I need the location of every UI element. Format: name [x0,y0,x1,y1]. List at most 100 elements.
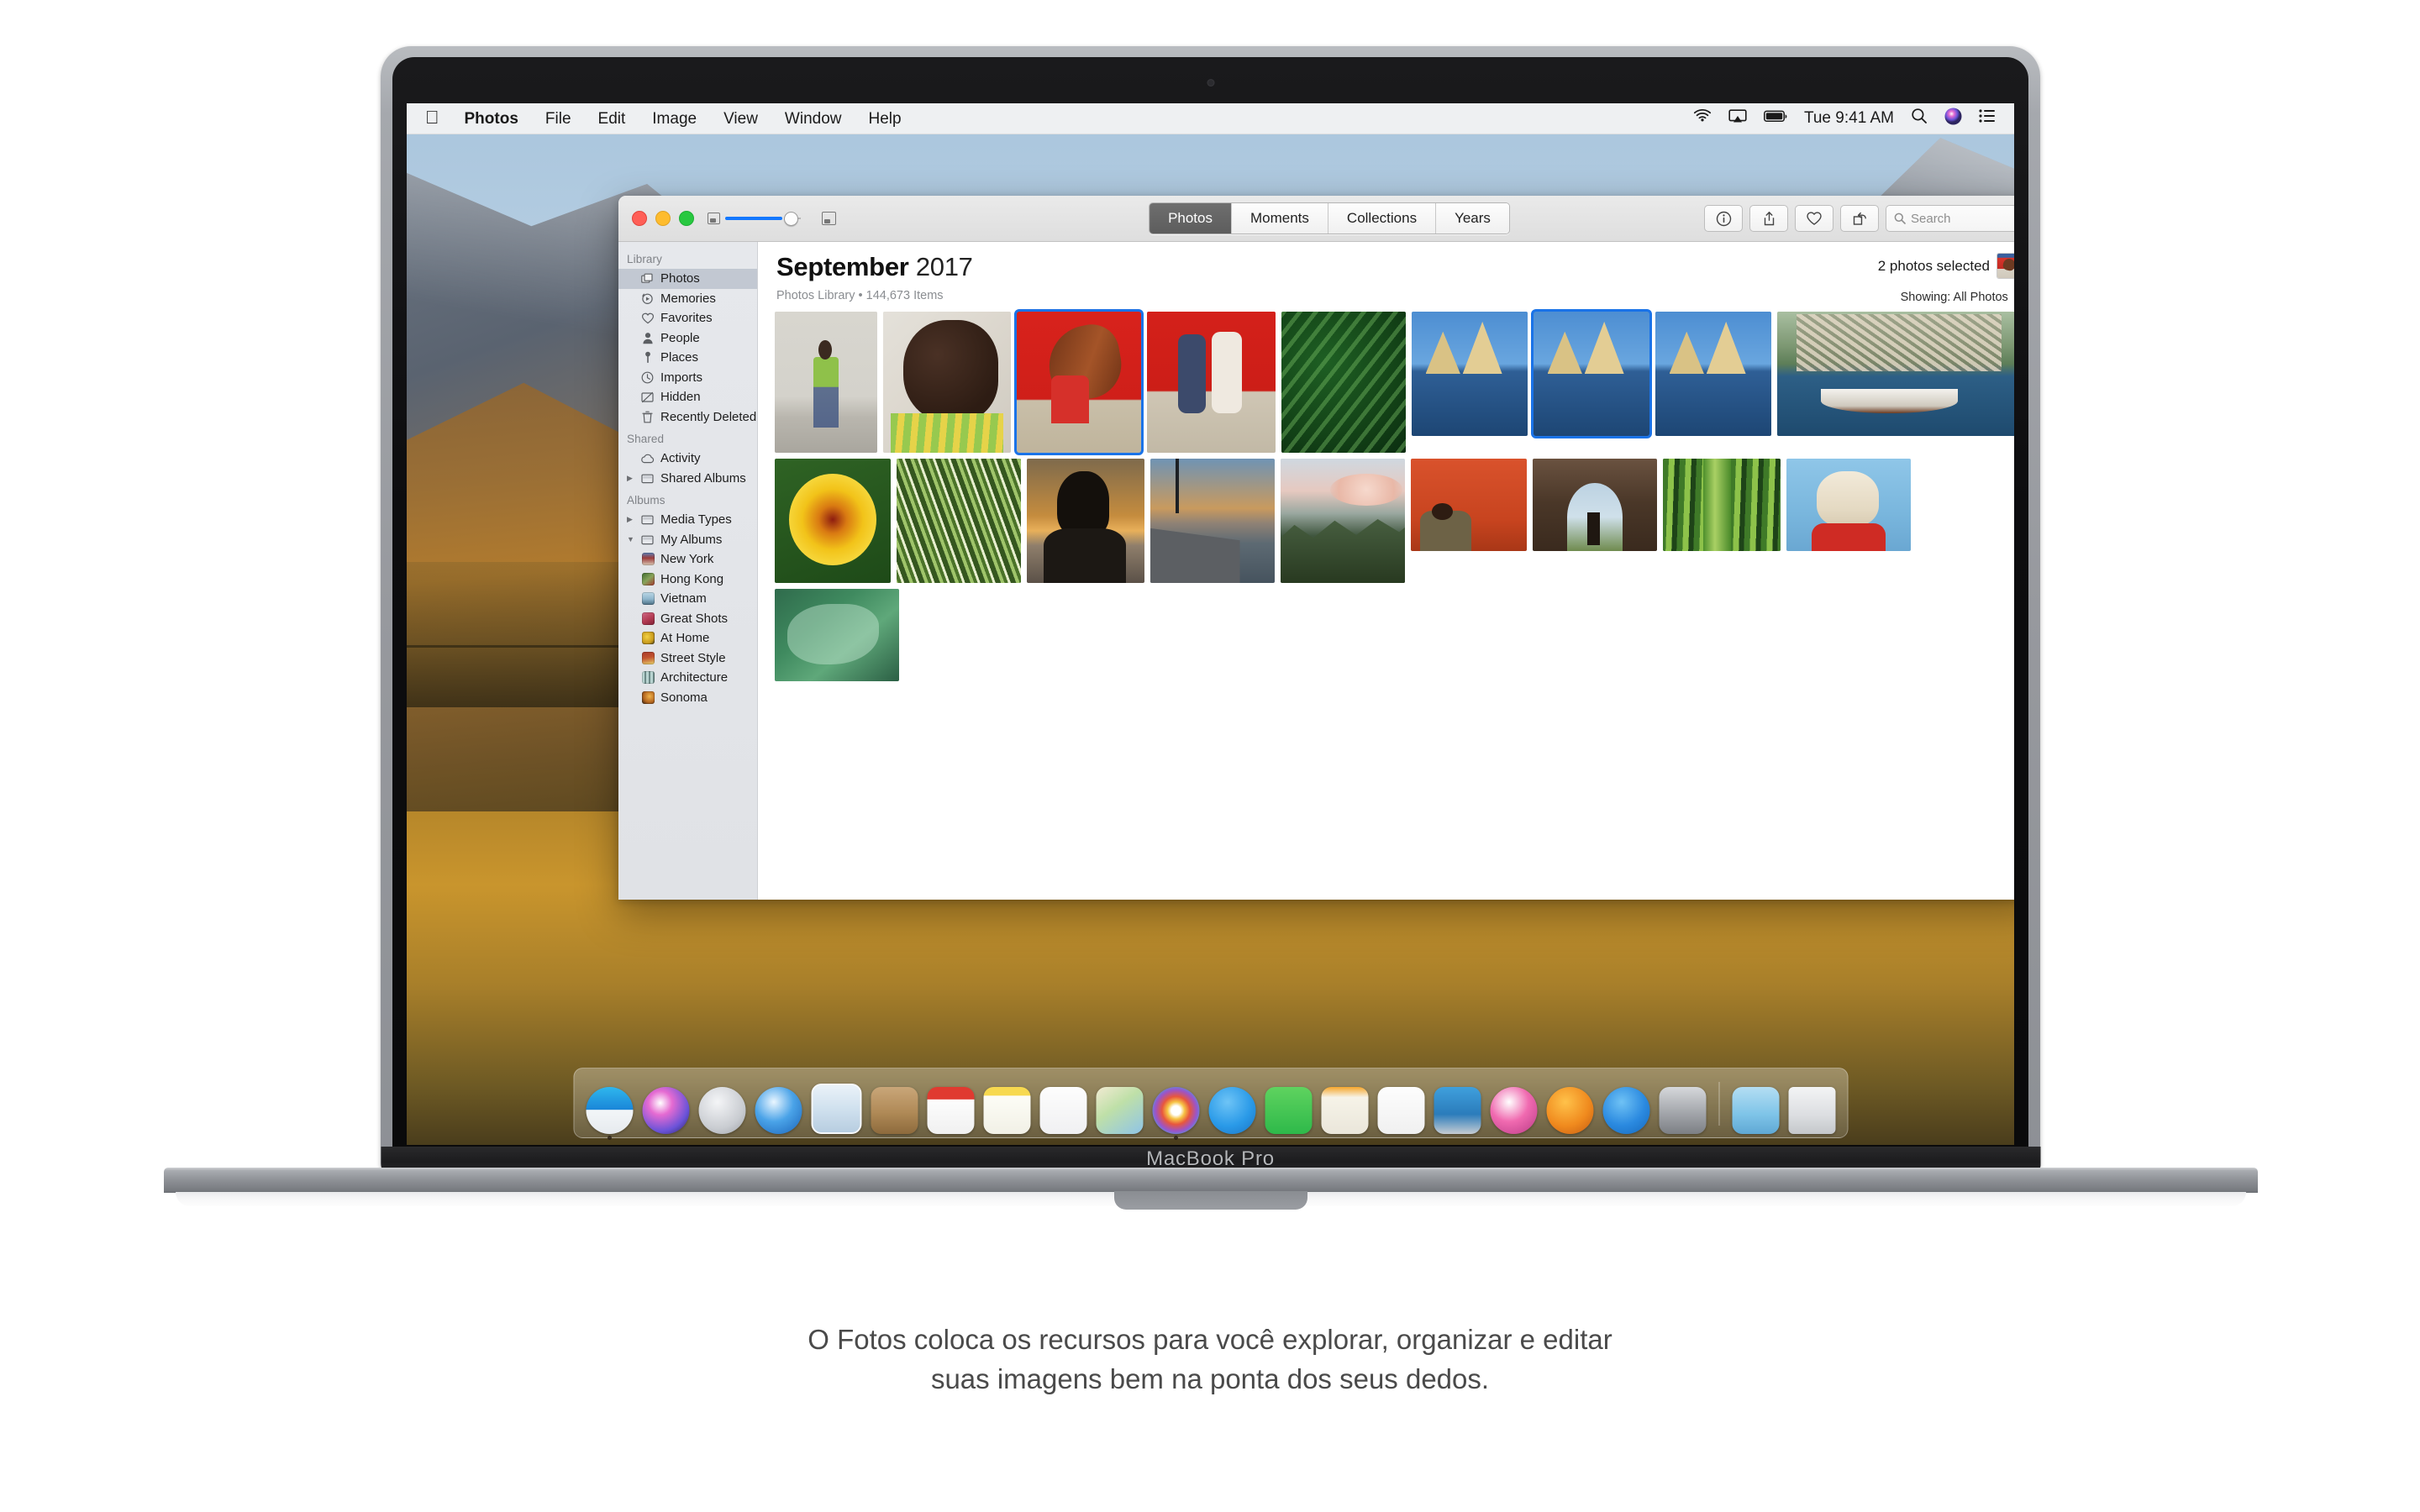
sidebar-item-places[interactable]: Places [618,348,757,368]
dock-item-pages[interactable] [1321,1087,1368,1134]
dock-item-facetime[interactable] [1265,1087,1312,1134]
photo-cell-bamboo-stalks[interactable] [1663,459,1781,551]
dock-item-siri[interactable] [642,1087,689,1134]
dock-item-itunes[interactable] [1490,1087,1537,1134]
menu-file[interactable]: File [532,111,585,127]
dock-item-photos[interactable] [1152,1087,1199,1140]
photo-cell-capri-rocks-diver-c[interactable] [1655,312,1771,436]
menu-edit[interactable]: Edit [585,111,639,127]
photos-app-window: Photos Moments Collections Years Search … [618,196,2014,900]
photo-cell-capri-rocks-diver-a[interactable] [1412,312,1528,436]
sidebar-item-shared-albums[interactable]: ▶ Shared Albums [618,469,757,489]
photo-cell-man-green-shirt-wall[interactable] [775,312,877,453]
sidebar-album-at-home[interactable]: At Home [618,628,757,648]
photo-cell-positano-boat[interactable] [1777,312,2014,436]
airplay-icon[interactable] [1728,108,1747,129]
zoom-button[interactable] [679,211,694,226]
dock-item-messages[interactable] [1208,1087,1255,1134]
dock-item-calendar[interactable] [927,1087,974,1134]
menu-view[interactable]: View [710,111,771,127]
siri-icon[interactable] [1944,108,1962,130]
dock-item-maps[interactable] [1096,1087,1143,1134]
photo-cell-portrait-profile[interactable] [883,312,1011,453]
photo-cell-red-wall-hair-flip[interactable] [1014,309,1144,455]
sidebar-album-sonoma[interactable]: Sonoma [618,688,757,708]
rotate-button[interactable] [1840,205,1879,232]
menu-help[interactable]: Help [855,111,915,127]
slider-knob[interactable] [784,211,798,226]
menu-image[interactable]: Image [639,111,710,127]
menu-bar-clock[interactable]: Tue 9:41 AM [1804,109,1894,128]
photo-cell-man-sunset-silhouette[interactable] [1027,459,1144,583]
sidebar-item-imports[interactable]: Imports [618,368,757,388]
photo-cell-two-women-red-wall[interactable] [1147,312,1276,453]
slider-track[interactable] [725,217,801,220]
minimize-button[interactable] [655,211,671,226]
sidebar-item-hidden[interactable]: Hidden [618,387,757,407]
dock-item-system-preferences[interactable] [1659,1087,1706,1134]
tab-years[interactable]: Years [1436,203,1509,234]
dock-item-keynote[interactable] [1434,1087,1481,1134]
sidebar-item-favorites[interactable]: Favorites [618,308,757,328]
sidebar-item-photos[interactable]: Photos [618,269,757,289]
tab-collections[interactable]: Collections [1328,203,1437,234]
folder-icon [640,533,655,546]
menu-window[interactable]: Window [771,111,855,127]
tab-photos[interactable]: Photos [1150,203,1232,234]
favorite-button[interactable] [1795,205,1833,232]
disclosure-triangle-expanded-icon[interactable]: ▼ [627,535,634,543]
close-button[interactable] [632,211,647,226]
album-thumbnail [642,690,655,704]
photo-cell-man-red-wall[interactable] [1411,459,1527,551]
dock-item-notes[interactable] [983,1087,1030,1134]
dock-item-reminders[interactable] [1039,1087,1086,1134]
sidebar-item-recently-deleted[interactable]: Recently Deleted [618,407,757,428]
sidebar-album-new-york[interactable]: New York [618,549,757,570]
sidebar-album-great-shots[interactable]: Great Shots [618,609,757,629]
dock-item-mail[interactable] [811,1084,861,1134]
dock-item-finder[interactable] [586,1087,633,1140]
dock-item-ibooks[interactable] [1546,1087,1593,1134]
photo-cell-pier-at-dusk[interactable] [1150,459,1275,583]
disclosure-triangle-collapsed-icon[interactable]: ▶ [627,474,634,482]
sidebar-item-media-types[interactable]: ▶ Media Types [618,510,757,530]
photo-cell-monstera-leaves[interactable] [1281,312,1406,453]
sidebar-item-activity[interactable]: Activity [618,449,757,469]
sidebar-item-people[interactable]: People [618,328,757,349]
sidebar-album-street-style[interactable]: Street Style [618,648,757,669]
wifi-icon[interactable] [1693,108,1712,129]
dock-item-downloads-folder[interactable] [1732,1087,1779,1134]
dock-item-safari[interactable] [755,1087,802,1134]
sidebar-album-vietnam[interactable]: Vietnam [618,589,757,609]
photo-cell-capri-rocks-diver-b[interactable] [1531,309,1652,438]
menu-photos[interactable]: Photos [451,111,532,127]
photo-cell-green-abstract[interactable] [775,589,899,681]
photo-cell-arch-silhouette[interactable] [1533,459,1657,551]
info-button[interactable] [1704,205,1743,232]
showing-filter-dropdown[interactable]: Showing: All Photos ⌃ [1901,291,2014,304]
disclosure-triangle-collapsed-icon[interactable]: ▶ [627,516,634,523]
dock-item-numbers[interactable] [1377,1087,1424,1134]
photo-cell-yellow-hibiscus[interactable] [775,459,891,583]
photo-cell-na-pali-cliffs[interactable] [1281,459,1405,583]
sidebar-item-memories[interactable]: Memories [618,289,757,309]
dock-item-contacts[interactable] [871,1087,918,1134]
dock-item-launchpad[interactable] [698,1087,745,1134]
dock-item-trash[interactable] [1788,1087,1835,1134]
apple-logo-icon[interactable]:  [425,108,451,129]
page-root:  Photos File Edit Image View Window Hel… [0,0,2420,1512]
sidebar-label: Favorites [660,311,713,326]
notification-center-icon[interactable] [1979,109,1996,128]
thumbnail-size-slider[interactable] [708,211,836,226]
sidebar-album-hong-kong[interactable]: Hong Kong [618,570,757,590]
search-icon[interactable] [1911,108,1928,129]
battery-icon[interactable] [1764,109,1787,128]
sidebar-album-architecture[interactable]: Architecture [618,668,757,688]
photo-cell-palm-fronds[interactable] [897,459,1021,583]
tab-moments[interactable]: Moments [1232,203,1328,234]
sidebar-item-my-albums[interactable]: ▼ My Albums [618,530,757,550]
dock-item-app-store[interactable] [1602,1087,1649,1134]
photo-cell-blonde-woman-blue[interactable] [1786,459,1911,551]
search-field[interactable]: Search [1886,205,2014,232]
share-button[interactable] [1749,205,1788,232]
